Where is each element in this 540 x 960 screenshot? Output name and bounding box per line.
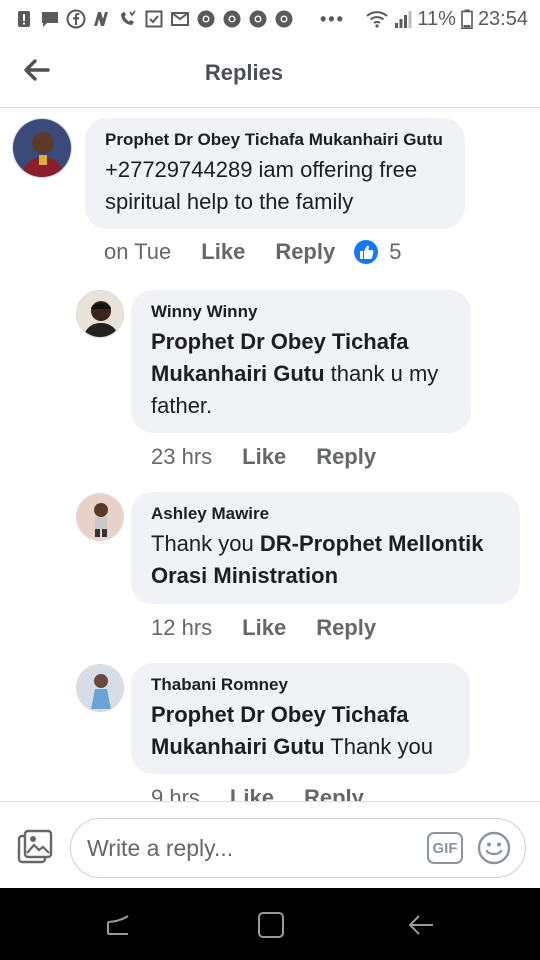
facebook-icon bbox=[66, 9, 86, 29]
back-arrow-icon bbox=[24, 59, 50, 81]
comment-timestamp[interactable]: 12 hrs bbox=[151, 615, 212, 641]
system-nav-bar bbox=[0, 888, 540, 960]
gmail-icon bbox=[171, 12, 189, 26]
chrome-icon bbox=[249, 10, 267, 28]
checkbox-icon bbox=[145, 10, 163, 28]
emoji-button[interactable] bbox=[477, 831, 511, 865]
like-button[interactable]: Like bbox=[230, 785, 274, 801]
back-nav-icon bbox=[408, 915, 433, 935]
avatar[interactable] bbox=[12, 118, 72, 178]
comment-body: Thank you bbox=[324, 734, 434, 759]
profile-photo bbox=[77, 494, 123, 540]
comment-bubble[interactable]: Thabani Romney Prophet Dr Obey Tichafa M… bbox=[131, 663, 470, 774]
reply-field[interactable]: GIF bbox=[70, 818, 526, 878]
clock: 23:54 bbox=[477, 7, 528, 30]
comment-body: Thank you bbox=[151, 531, 260, 556]
avatar[interactable] bbox=[76, 664, 124, 712]
system-status: 11% 23:54 bbox=[365, 8, 528, 31]
page-title: Replies bbox=[204, 59, 284, 85]
like-button[interactable]: Like bbox=[201, 239, 245, 265]
signal-icon bbox=[395, 11, 412, 28]
comment-bubble[interactable]: Ashley Mawire Thank you DR-Prophet Mello… bbox=[131, 492, 520, 604]
battery-percent: 11% bbox=[417, 7, 456, 30]
comment-actions: 23 hrs Like Reply bbox=[151, 444, 376, 470]
like-button[interactable]: Like bbox=[242, 615, 286, 641]
comment-timestamp[interactable]: 9 hrs bbox=[151, 785, 200, 801]
home-button[interactable] bbox=[256, 910, 286, 940]
comment-text: Prophet Dr Obey Tichafa Mukanhairi Gutu … bbox=[151, 326, 451, 422]
notification-icons bbox=[14, 9, 294, 29]
reply-button[interactable]: Reply bbox=[304, 785, 364, 801]
reaction-count: 5 bbox=[389, 239, 402, 264]
reply-button[interactable]: Reply bbox=[316, 444, 376, 470]
recent-apps-button[interactable] bbox=[104, 910, 134, 940]
back-nav-button[interactable] bbox=[406, 910, 436, 940]
gif-button[interactable]: GIF bbox=[427, 832, 463, 864]
like-button[interactable]: Like bbox=[242, 444, 286, 470]
comment-actions: on Tue Like Reply 5 bbox=[104, 239, 401, 265]
comment-author[interactable]: Winny Winny bbox=[151, 302, 451, 322]
status-bar: ••• 11% 23:54 bbox=[0, 0, 540, 38]
reply-button[interactable]: Reply bbox=[316, 615, 376, 641]
battery-icon bbox=[461, 9, 473, 29]
home-icon bbox=[258, 912, 284, 938]
like-reaction-icon bbox=[354, 240, 379, 264]
more-notifications-indicator: ••• bbox=[320, 8, 345, 29]
reply-comment: Winny Winny Prophet Dr Obey Tichafa Muka… bbox=[0, 288, 540, 488]
comment-text: +27729744289 iam offering free spiritual… bbox=[105, 157, 418, 214]
replies-header: Replies bbox=[0, 38, 540, 108]
comment-thread: Prophet Dr Obey Tichafa Mukanhairi Gutu … bbox=[0, 108, 540, 801]
missed-call-icon bbox=[121, 10, 136, 25]
news-icon bbox=[94, 12, 108, 26]
comment-text: Prophet Dr Obey Tichafa Mukanhairi Gutu … bbox=[151, 699, 450, 763]
reply-button[interactable]: Reply bbox=[275, 239, 335, 265]
reply-comment: Thabani Romney Prophet Dr Obey Tichafa M… bbox=[0, 662, 540, 801]
reply-input[interactable] bbox=[87, 834, 407, 862]
reply-composer: GIF bbox=[0, 801, 540, 888]
profile-photo bbox=[77, 291, 123, 337]
avatar[interactable] bbox=[76, 290, 124, 338]
recents-icon bbox=[107, 915, 129, 935]
comment-actions: 9 hrs Like Reply bbox=[151, 785, 364, 801]
root-comment: Prophet Dr Obey Tichafa Mukanhairi Gutu … bbox=[0, 108, 540, 278]
comment-bubble[interactable]: Winny Winny Prophet Dr Obey Tichafa Muka… bbox=[131, 290, 471, 433]
comment-author[interactable]: Prophet Dr Obey Tichafa Mukanhairi Gutu bbox=[105, 130, 445, 150]
back-button[interactable] bbox=[18, 54, 54, 86]
smiley-icon bbox=[477, 831, 511, 865]
reaction-summary[interactable]: 5 bbox=[353, 239, 401, 265]
profile-photo bbox=[77, 665, 123, 711]
wifi-icon bbox=[366, 11, 389, 28]
chrome-icon bbox=[223, 10, 241, 28]
comment-timestamp[interactable]: on Tue bbox=[104, 239, 171, 265]
comment-actions: 12 hrs Like Reply bbox=[151, 615, 376, 641]
comment-author[interactable]: Thabani Romney bbox=[151, 675, 450, 695]
chrome-icon bbox=[197, 10, 215, 28]
profile-photo bbox=[13, 119, 71, 177]
message-icon bbox=[42, 12, 58, 27]
comment-text: Thank you DR-Prophet Mellontik Orasi Min… bbox=[151, 528, 500, 592]
comment-timestamp[interactable]: 23 hrs bbox=[151, 444, 212, 470]
photo-icon bbox=[17, 829, 53, 864]
reply-comment: Ashley Mawire Thank you DR-Prophet Mello… bbox=[0, 491, 540, 661]
avatar[interactable] bbox=[76, 493, 124, 541]
add-photo-button[interactable] bbox=[16, 829, 54, 865]
alert-icon bbox=[18, 11, 30, 27]
comment-bubble[interactable]: Prophet Dr Obey Tichafa Mukanhairi Gutu … bbox=[85, 118, 465, 229]
comment-author[interactable]: Ashley Mawire bbox=[151, 504, 500, 524]
chrome-icon bbox=[275, 10, 293, 28]
